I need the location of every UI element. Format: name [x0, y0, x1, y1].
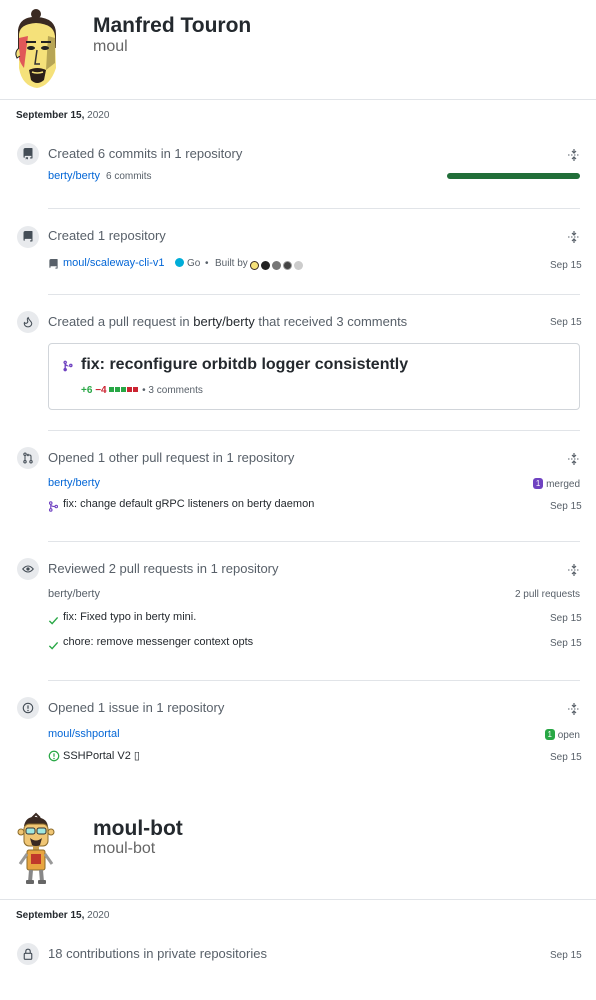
date-heading: September 15, 2020 — [16, 910, 109, 921]
separator-dot: • — [205, 258, 209, 269]
eye-icon — [17, 558, 39, 580]
comment-count: • 3 comments — [142, 385, 203, 396]
diff-stats: +6 −4 • 3 comments — [81, 385, 203, 396]
badge-count: 1 — [533, 478, 544, 489]
divider — [48, 541, 580, 542]
title-prefix: Created a pull request in — [48, 314, 190, 329]
built-by-label: Built by — [215, 258, 248, 269]
repo-link[interactable]: berty/berty — [48, 477, 100, 489]
repo-book-icon — [48, 257, 59, 273]
divider — [48, 430, 580, 431]
event-title: Reviewed 2 pull requests in 1 repository — [48, 561, 279, 576]
event-date: Sep 15 — [550, 501, 582, 512]
repo-link[interactable]: moul/sshportal — [48, 728, 120, 740]
deletions: −4 — [95, 385, 107, 396]
event-date: Sep 15 — [550, 317, 582, 328]
issue-opened-icon — [48, 749, 60, 765]
avatar[interactable] — [250, 261, 259, 270]
additions: +6 — [81, 385, 93, 396]
date-day: September 15, — [16, 910, 85, 921]
merged-pr-icon — [62, 359, 74, 375]
divider — [0, 99, 596, 100]
profile-name[interactable]: moul-bot — [93, 817, 183, 841]
commit-progress-fill — [447, 173, 580, 179]
profile-login[interactable]: moul — [93, 38, 128, 56]
badge-label: merged — [546, 479, 580, 490]
title-suffix: that received 3 comments — [258, 314, 408, 329]
event-date: Sep 15 — [550, 752, 582, 763]
avatar[interactable] — [12, 812, 60, 886]
event-title: Created 6 commits in 1 repository — [48, 146, 243, 161]
fold-icon[interactable] — [568, 230, 580, 243]
fold-icon[interactable] — [568, 148, 580, 161]
repo-link[interactable]: berty/berty — [48, 170, 100, 182]
profile-name[interactable]: Manfred Touron — [93, 14, 251, 38]
event-title: Created 1 repository — [48, 228, 166, 243]
repo-push-icon — [17, 143, 39, 165]
issue-icon — [17, 697, 39, 719]
date-year: 2020 — [87, 910, 110, 921]
avatar[interactable] — [283, 261, 292, 270]
divider — [0, 899, 596, 900]
review-item-link[interactable]: chore: remove messenger context opts — [63, 636, 253, 648]
fold-icon[interactable] — [568, 452, 580, 465]
date-heading: September 15, 2020 — [16, 110, 109, 121]
issue-item-link[interactable]: SSHPortal V2 ▯ — [63, 749, 140, 762]
merged-pr-icon — [48, 499, 59, 515]
avatar[interactable] — [272, 261, 281, 270]
language-color-dot — [175, 258, 184, 267]
profile-login[interactable]: moul-bot — [93, 840, 155, 858]
pull-request-icon — [17, 447, 39, 469]
event-title: Opened 1 other pull request in 1 reposit… — [48, 450, 295, 465]
date-day: September 15, — [16, 110, 85, 121]
check-icon — [48, 613, 59, 629]
review-item-link[interactable]: fix: Fixed typo in berty mini. — [63, 611, 196, 623]
diff-bar — [109, 385, 139, 396]
avatar[interactable] — [10, 8, 64, 90]
flame-icon — [17, 311, 39, 333]
badge-count: 1 — [544, 729, 555, 740]
divider — [48, 294, 580, 295]
contributor-avatars — [250, 256, 305, 270]
repo-icon — [17, 226, 39, 248]
pr-title[interactable]: fix: reconfigure orbitdb logger consiste… — [81, 356, 408, 374]
repo-link[interactable]: moul/scaleway-cli-v1 — [63, 257, 164, 269]
badge-label: open — [557, 730, 580, 741]
event-title: Created a pull request in berty/berty th… — [48, 314, 407, 329]
status-badge: 1 open — [544, 729, 580, 741]
check-icon — [48, 638, 59, 654]
commit-count[interactable]: 6 commits — [106, 171, 152, 182]
lock-icon — [17, 943, 39, 965]
avatar[interactable] — [294, 261, 303, 270]
fold-icon[interactable] — [568, 702, 580, 715]
date-year: 2020 — [87, 110, 110, 121]
avatar[interactable] — [261, 261, 270, 270]
event-date: Sep 15 — [550, 613, 582, 624]
status-badge: 1 merged — [533, 478, 580, 490]
title-repo-link[interactable]: berty/berty — [193, 314, 254, 329]
repo-link[interactable]: berty/berty — [48, 588, 100, 600]
review-count: 2 pull requests — [514, 589, 580, 600]
event-date: Sep 15 — [550, 260, 582, 271]
fold-icon[interactable] — [568, 563, 580, 576]
event-date: Sep 15 — [550, 950, 582, 961]
pull-request-card[interactable]: fix: reconfigure orbitdb logger consiste… — [48, 343, 580, 410]
event-title: Opened 1 issue in 1 repository — [48, 700, 225, 715]
divider — [48, 208, 580, 209]
pr-item-link[interactable]: fix: change default gRPC listeners on be… — [63, 498, 314, 510]
language-label: Go — [187, 258, 201, 269]
commit-progress-bar — [447, 173, 580, 179]
divider — [48, 680, 580, 681]
event-title: 18 contributions in private repositories — [48, 946, 267, 961]
event-date: Sep 15 — [550, 638, 582, 649]
